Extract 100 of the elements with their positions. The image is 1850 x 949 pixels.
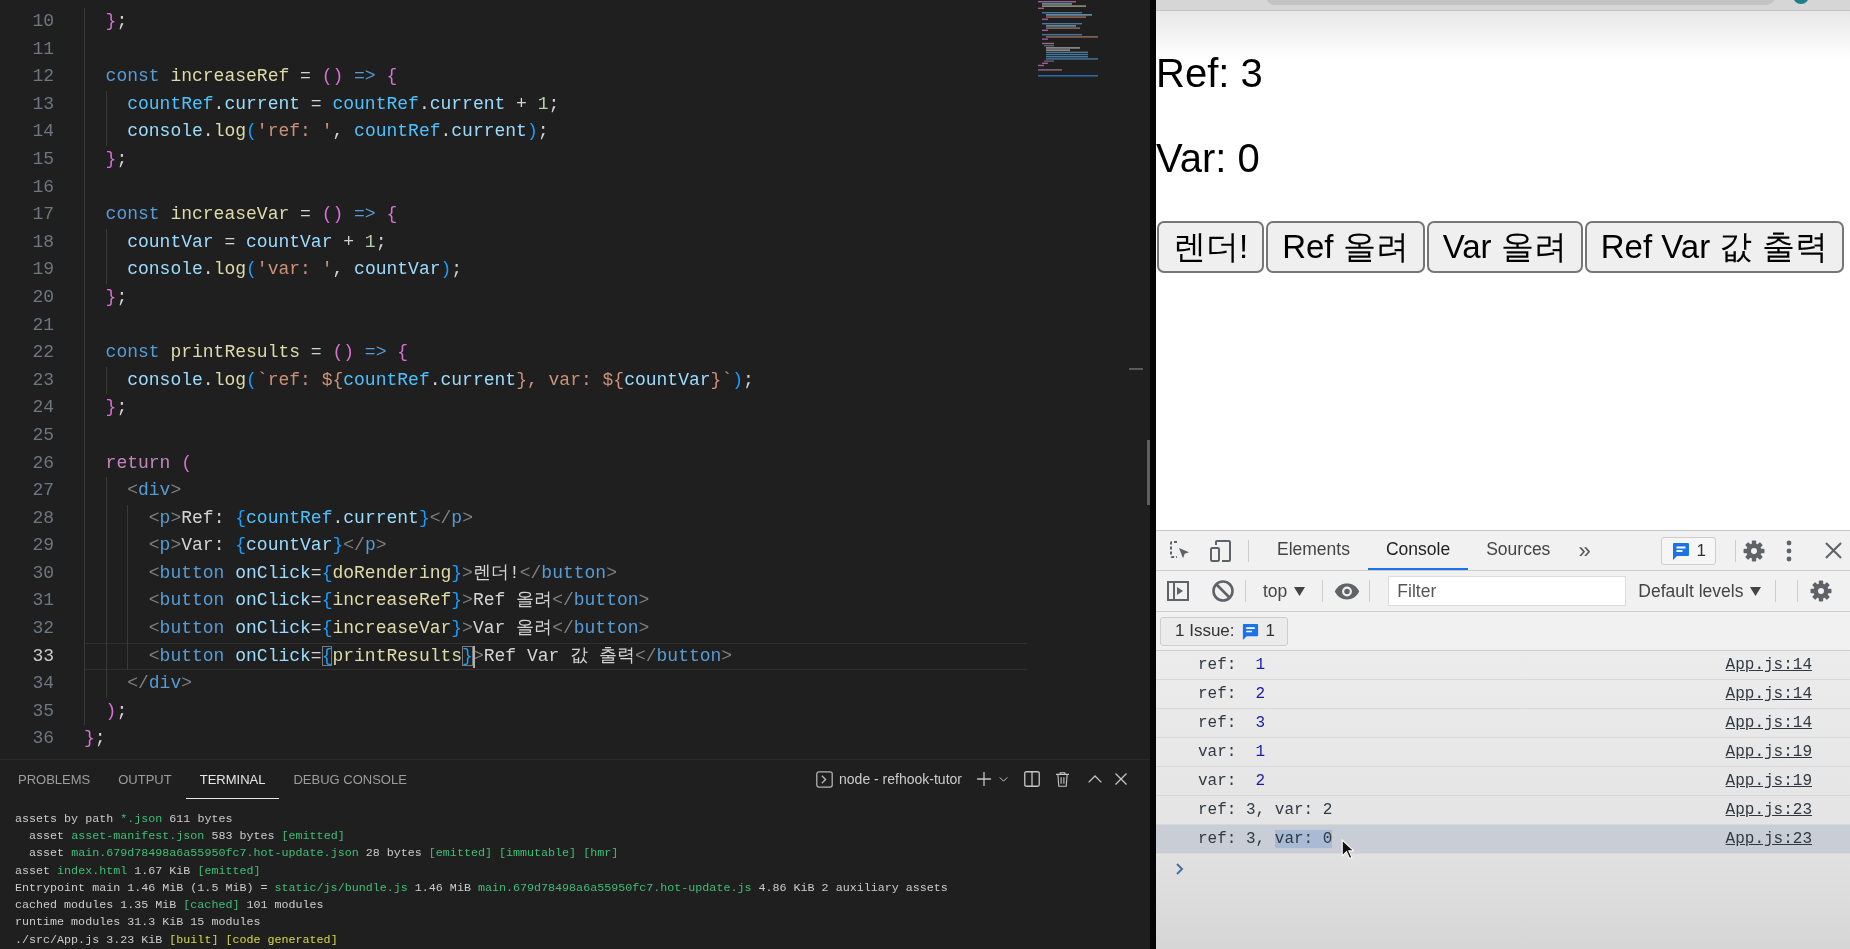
trash-icon[interactable]	[1056, 771, 1069, 787]
console-message: var: 1	[1198, 743, 1266, 761]
message-icon	[1240, 621, 1260, 641]
terminal-line: Entrypoint main 1.46 MiB (1.5 MiB) = static/js/bundle.js 1.46 MiB main.679d78498a6a55950fc7.hot-update.js 4.86 KiB 2 auxiliary assets	[14, 879, 948, 897]
device-toolbar-icon[interactable]	[1209, 538, 1233, 563]
sidebar-toggle-icon[interactable]	[1166, 579, 1190, 603]
scrollbar-thumb[interactable]	[1147, 440, 1150, 505]
line-number: 10	[31, 10, 54, 33]
terminal-line: assets by path *.json 611 bytes	[14, 810, 233, 828]
terminal-line: asset asset-manifest.json 583 bytes [emitted]	[28, 827, 345, 845]
console-row[interactable]: ref: 1 App.js:14	[1156, 651, 1850, 680]
devtools-tab[interactable]: Elements	[1259, 531, 1368, 570]
issues-button[interactable]: 1 Issue: 1	[1160, 616, 1288, 646]
source-link[interactable]: App.js:14	[1725, 656, 1812, 674]
chevron-up-icon[interactable]	[1088, 775, 1102, 784]
console-message: ref: 2	[1198, 685, 1266, 703]
console-row[interactable]: ref: 3, var: 0 App.js:23	[1156, 825, 1850, 854]
source-link[interactable]: App.js:23	[1725, 801, 1812, 819]
code-line: <button onClick={increaseRef}>Ref 올려</button>	[148, 589, 650, 613]
plus-icon[interactable]	[976, 771, 992, 788]
page-text: Var: 0	[1156, 136, 1260, 181]
eye-icon[interactable]	[1334, 582, 1361, 600]
code-line: </div>	[127, 672, 192, 696]
chevron-down-icon[interactable]	[999, 776, 1008, 782]
terminal-line: ./src/App.js 3.23 KiB [built] [code generated]	[14, 931, 338, 949]
code-line: countVar = countVar + 1;	[127, 230, 387, 254]
line-number: 32	[31, 617, 54, 641]
more-options-icon[interactable]	[1786, 539, 1792, 562]
source-link[interactable]: App.js:14	[1725, 685, 1812, 703]
panel-tab[interactable]: OUTPUT	[104, 760, 186, 799]
code-line: };	[105, 147, 128, 171]
minimap-drawing[interactable]	[1038, 1, 1098, 77]
line-number: 21	[31, 313, 54, 337]
line-number: 36	[31, 727, 54, 751]
terminal-line: asset main.679d78498a6a55950fc7.hot-update.json 28 bytes [emitted] [immutable] [hmr]	[28, 845, 619, 863]
line-number: 34	[31, 672, 54, 696]
source-link[interactable]: App.js:19	[1725, 743, 1812, 761]
close-icon[interactable]	[1115, 773, 1127, 786]
line-number: 12	[31, 65, 54, 89]
close-icon[interactable]	[1825, 542, 1842, 559]
line-number: 29	[31, 534, 54, 558]
devtools-tab[interactable]: Sources	[1468, 531, 1569, 570]
console-row[interactable]: ref: 2 App.js:14	[1156, 680, 1850, 709]
code-line: console.log('ref: ', countRef.current);	[127, 120, 549, 144]
console-message: var: 2	[1198, 772, 1266, 790]
code-line: console.log('var: ', countVar);	[127, 258, 463, 282]
console-row[interactable]: ref: 3 App.js:14	[1156, 709, 1850, 738]
console-message: ref: 1	[1198, 656, 1266, 674]
caret-icon	[1750, 586, 1762, 596]
console-message: ref: 3, var: 0	[1198, 830, 1333, 848]
line-number: 24	[31, 396, 54, 420]
panel-tab[interactable]: TERMINAL	[185, 760, 280, 799]
more-tabs-button[interactable]: »	[1568, 531, 1601, 570]
line-number: 23	[31, 368, 54, 392]
terminal-icon	[816, 770, 834, 788]
panel-tab[interactable]: PROBLEMS	[4, 760, 105, 799]
code-line: <p>Ref: {countRef.current}</p>	[148, 506, 473, 530]
source-link[interactable]: App.js:23	[1725, 830, 1812, 848]
terminal-line: cached modules 1.35 MiB [cached] 101 modules	[14, 897, 324, 915]
line-number: 22	[31, 341, 54, 365]
source-link[interactable]: App.js:19	[1725, 772, 1812, 790]
log-levels-dropdown[interactable]: Default levels	[1638, 580, 1762, 602]
clear-console-icon[interactable]	[1211, 579, 1235, 603]
terminal-selector[interactable]: node - refhook-tutor	[816, 770, 962, 788]
code-line: <button onClick={doRendering}>렌더!</button>	[148, 561, 617, 585]
page-button[interactable]: 렌더!	[1157, 221, 1265, 273]
caret-icon	[1294, 586, 1306, 596]
text-cursor	[472, 645, 475, 668]
prompt-chevron-icon	[1176, 862, 1184, 875]
page-button[interactable]: Ref 올려	[1266, 221, 1425, 273]
line-number: 18	[31, 230, 54, 254]
line-number: 16	[31, 175, 54, 199]
line-number: 14	[31, 120, 54, 144]
code-line: <div>	[127, 479, 182, 503]
code-line: console.log(`ref: ${countRef.current}, var: ${countVar}`);	[127, 368, 754, 392]
line-number: 27	[31, 479, 54, 503]
line-number: 25	[31, 423, 54, 447]
message-icon	[1670, 540, 1691, 561]
code-line: return (	[105, 451, 192, 475]
code-line: };	[105, 396, 128, 420]
line-number: 19	[31, 258, 54, 282]
terminal-line: asset index.html 1.67 KiB [emitted]	[14, 862, 261, 880]
line-number: 17	[31, 203, 54, 227]
page-button[interactable]: Var 올려	[1426, 221, 1583, 273]
context-selector[interactable]: top	[1263, 580, 1306, 602]
console-row[interactable]: var: 2 App.js:19	[1156, 767, 1850, 796]
code-line: const increaseRef = () => {	[105, 65, 398, 89]
line-number: 11	[31, 37, 54, 61]
code-line: <button onClick={increaseVar}>Var 올려</button>	[148, 617, 650, 641]
code-line: );	[105, 699, 128, 723]
issues-badge[interactable]: 1	[1660, 536, 1716, 565]
page-button[interactable]: Ref Var 값 출력	[1584, 221, 1844, 273]
panel-tab[interactable]: DEBUG CONSOLE	[279, 760, 421, 799]
settings-icon[interactable]	[1809, 579, 1834, 603]
console-row[interactable]: var: 1 App.js:19	[1156, 738, 1850, 767]
settings-icon[interactable]	[1742, 538, 1766, 563]
filter-field[interactable]: Filter	[1388, 576, 1627, 606]
source-link[interactable]: App.js:14	[1725, 714, 1812, 732]
code-line: const increaseVar = () => {	[105, 203, 398, 227]
split-icon[interactable]	[1024, 771, 1040, 788]
